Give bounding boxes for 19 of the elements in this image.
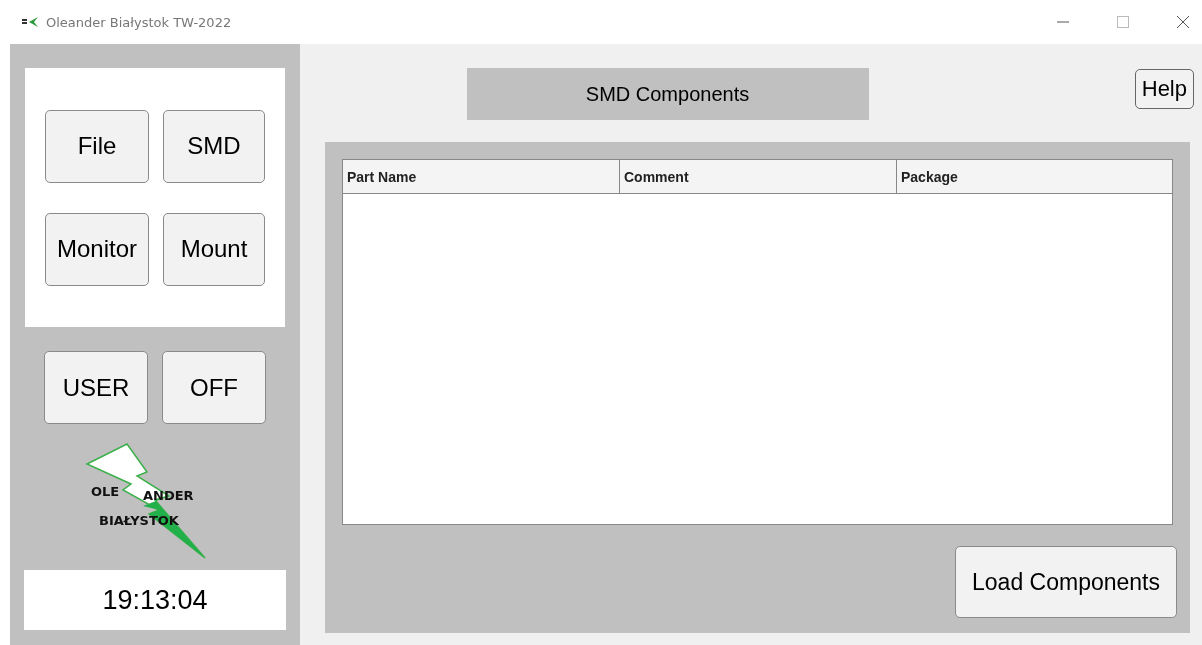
nav-button[interactable]: Mount xyxy=(163,212,265,286)
session-button[interactable]: OFF xyxy=(162,351,266,424)
close-icon[interactable] xyxy=(1176,15,1190,29)
column-header[interactable]: Package xyxy=(897,160,1172,193)
nav-button[interactable]: File xyxy=(45,109,149,183)
app-icon xyxy=(20,15,40,29)
nav-button[interactable]: Monitor xyxy=(45,212,149,286)
maximize-icon[interactable] xyxy=(1116,15,1130,29)
nav-button[interactable]: SMD xyxy=(163,109,265,183)
help-button[interactable]: Help xyxy=(1134,69,1194,109)
lightning-icon xyxy=(85,442,209,560)
column-header[interactable]: Comment xyxy=(620,160,897,193)
window-title: Oleander Białystok TW-2022 xyxy=(46,14,232,30)
page-header: SMD Components xyxy=(466,68,869,120)
load-components-button[interactable]: Load Components xyxy=(955,546,1177,618)
clock: 19:13:04 xyxy=(24,570,286,630)
session-button[interactable]: USER xyxy=(44,351,148,424)
logo-text: OLE xyxy=(91,484,120,499)
column-header[interactable]: Part Name xyxy=(343,160,620,193)
